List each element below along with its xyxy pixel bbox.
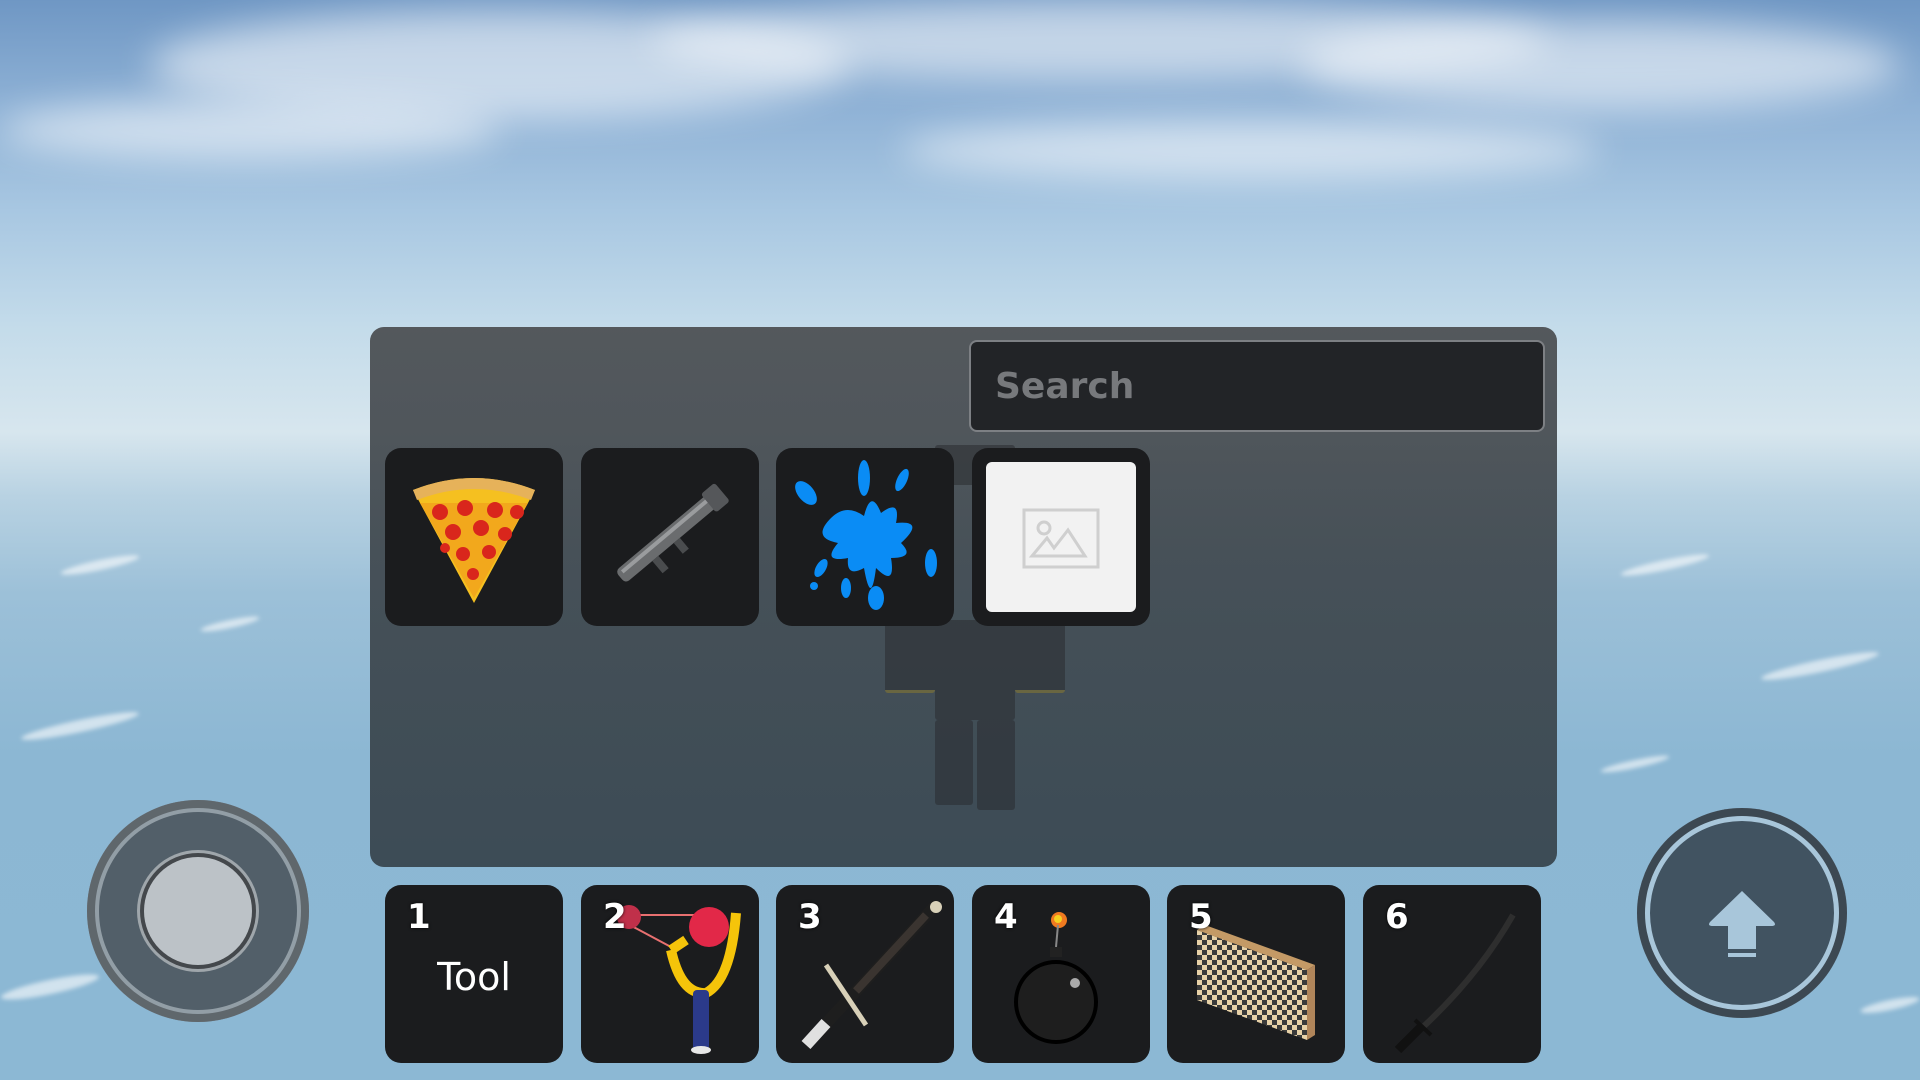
blue-splat-icon xyxy=(795,460,937,610)
water-highlight xyxy=(1599,752,1671,776)
water-highlight xyxy=(59,551,141,579)
thumbstick-knob[interactable] xyxy=(144,857,252,965)
rocket-launcher-icon xyxy=(617,483,729,582)
slot-number: 5 xyxy=(1189,897,1213,937)
avatar-left-leg xyxy=(935,720,973,805)
avatar-torso xyxy=(935,620,1015,720)
water-highlight xyxy=(1619,550,1711,580)
inventory-item-unnamed[interactable] xyxy=(972,448,1150,626)
water-highlight xyxy=(1760,647,1880,685)
avatar-right-arm xyxy=(1015,620,1065,693)
water-highlight xyxy=(1859,993,1920,1017)
water-highlight xyxy=(199,613,261,635)
avatar-right-leg xyxy=(977,720,1015,810)
slot-number: 2 xyxy=(603,897,627,937)
inventory-item-pizza[interactable] xyxy=(385,448,563,626)
cloud xyxy=(900,120,1600,180)
pizza-slice-icon xyxy=(413,478,535,603)
jump-button[interactable] xyxy=(1637,808,1847,1018)
cloud xyxy=(1300,20,1900,110)
inventory-search-box[interactable] xyxy=(969,340,1545,432)
slot-number: 6 xyxy=(1385,897,1409,937)
inventory-item-paint-splat[interactable] xyxy=(776,448,954,626)
hotbar-slot-1[interactable]: 1 Tool xyxy=(385,885,563,1063)
water-highlight xyxy=(20,707,140,745)
slot-number: 3 xyxy=(798,897,822,937)
slot-tool-name: Tool xyxy=(437,955,511,999)
hotbar-slot-2[interactable]: 2 xyxy=(581,885,759,1063)
water-highlight xyxy=(0,969,101,1005)
hotbar-slot-3[interactable]: 3 xyxy=(776,885,954,1063)
movement-thumbstick[interactable] xyxy=(87,800,309,1022)
image-placeholder-icon xyxy=(1022,508,1100,569)
inventory-item-rocket-launcher[interactable] xyxy=(581,448,759,626)
jump-arrow-icon xyxy=(1709,891,1775,957)
slot-number: 4 xyxy=(994,897,1018,937)
hotbar-slot-6[interactable]: 6 xyxy=(1363,885,1541,1063)
slot-number: 1 xyxy=(407,897,431,937)
avatar-left-arm xyxy=(885,620,935,693)
inventory-search-input[interactable] xyxy=(993,364,1543,408)
hotbar-slot-4[interactable]: 4 xyxy=(972,885,1150,1063)
hotbar-slot-5[interactable]: 5 xyxy=(1167,885,1345,1063)
cloud xyxy=(0,100,500,160)
